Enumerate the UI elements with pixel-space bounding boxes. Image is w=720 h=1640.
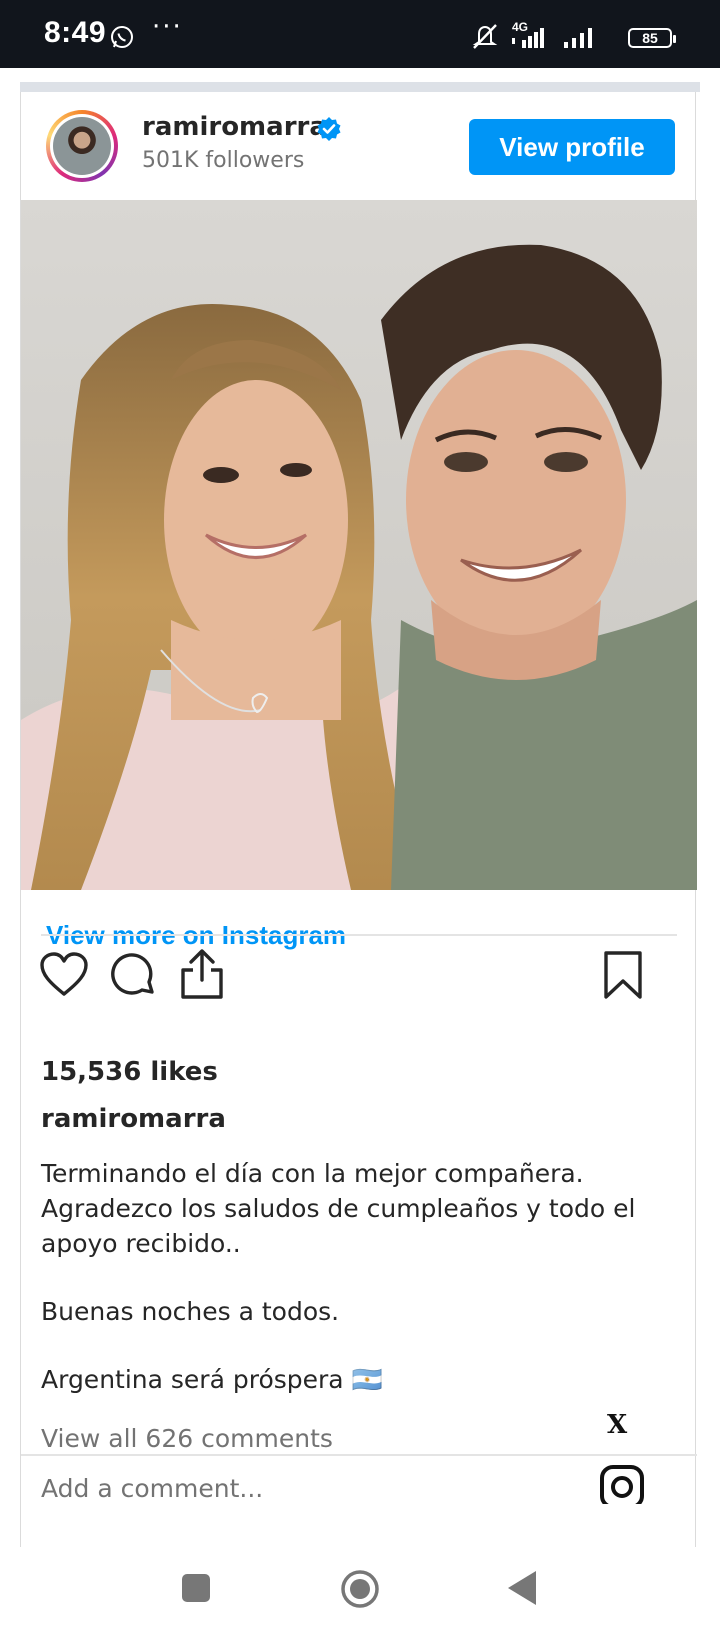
bookmark-icon[interactable]: [603, 950, 643, 1000]
comment-bubble-icon[interactable]: [109, 952, 157, 1000]
avatar-image: [53, 117, 111, 175]
signal-icon: [512, 28, 544, 48]
signal-icon-2: [564, 28, 592, 48]
username[interactable]: ramiromarra: [142, 112, 327, 142]
avatar[interactable]: [46, 110, 118, 182]
more-notifications: ···: [152, 12, 183, 42]
close-button[interactable]: X: [607, 1410, 627, 1440]
add-comment-field[interactable]: Add a comment...: [41, 1474, 263, 1504]
followers-count: 501K followers: [142, 148, 305, 173]
caption-line-2: Agradezco los saludos de cumpleaños y to…: [41, 1194, 636, 1258]
caption-line-4: Argentina será próspera 🇦🇷: [41, 1365, 383, 1394]
caption-line-1: Terminando el día con la mejor compañera…: [41, 1159, 584, 1188]
caption-line-3: Buenas noches a todos.: [41, 1297, 340, 1326]
caption-username[interactable]: ramiromarra: [41, 1104, 226, 1134]
home-button[interactable]: [339, 1568, 381, 1610]
clock: 8:49: [44, 16, 107, 49]
system-navigation-bar: [0, 1547, 720, 1640]
mute-icon: [472, 24, 498, 49]
battery-icon: 85: [628, 28, 676, 48]
instagram-logo-icon[interactable]: [599, 1462, 645, 1504]
share-icon[interactable]: [179, 948, 225, 1000]
divider: [41, 934, 677, 936]
view-all-comments-link[interactable]: View all 626 comments: [41, 1424, 333, 1453]
instagram-embed-card: ramiromarra 501K followers View profile: [20, 92, 697, 1547]
recents-button[interactable]: [180, 1572, 212, 1604]
status-bar: 8:49 ··· 4G 85: [0, 0, 720, 68]
view-profile-button[interactable]: View profile: [469, 119, 675, 175]
verified-badge-icon: [317, 117, 341, 141]
post-photo-illustration: [21, 200, 697, 890]
post-image[interactable]: [21, 200, 697, 890]
likes-count[interactable]: 15,536 likes: [41, 1057, 218, 1087]
like-heart-icon[interactable]: [39, 952, 89, 998]
embed-top-strip: [20, 82, 700, 92]
whatsapp-icon: [111, 26, 133, 48]
back-button[interactable]: [506, 1569, 538, 1607]
divider: [21, 1454, 697, 1456]
